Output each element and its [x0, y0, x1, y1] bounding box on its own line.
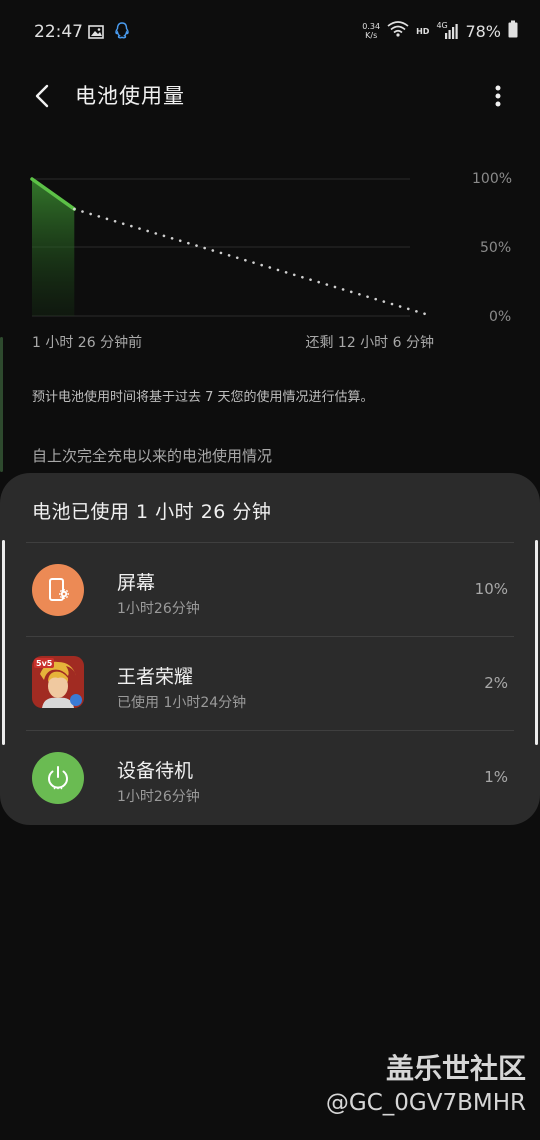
wifi-icon	[387, 21, 409, 41]
watermark-title: 盖乐世社区	[385, 1052, 526, 1085]
edge-scroll-indicator-right	[535, 540, 538, 745]
network-speed: 0.34 K/s	[362, 22, 380, 40]
hd-voice-label: HD	[416, 26, 430, 36]
gallery-icon	[88, 24, 104, 43]
page-title: 电池使用量	[75, 84, 185, 108]
usage-item-detail: 1小时26分钟	[117, 601, 200, 617]
back-arrow-icon	[35, 84, 49, 108]
network-speed-unit: K/s	[365, 31, 378, 40]
scroll-indicator	[0, 337, 3, 472]
more-options-button[interactable]	[480, 78, 516, 114]
notification-icons	[88, 22, 130, 44]
status-bar: 22:47 0.34 K/s HD 4G 78%	[0, 0, 540, 68]
edge-scroll-indicator-left	[2, 540, 5, 745]
estimate-note: 预计电池使用时间将基于过去 7 天您的使用情况进行估算。	[32, 390, 374, 405]
more-vertical-icon	[495, 85, 501, 107]
usage-item-name: 设备待机	[117, 760, 194, 782]
usage-card: 电池已使用 1 小时 26 分钟 屏幕 1小时26分钟 10% 5v5 王者荣耀…	[0, 473, 540, 825]
app-bar: 电池使用量	[0, 68, 540, 124]
x-end-label: 还剩 12 小时 6 分钟	[305, 335, 434, 351]
screen-settings-icon	[32, 564, 84, 616]
status-time: 22:47	[34, 22, 83, 42]
x-start-label: 1 小时 26 分钟前	[32, 335, 143, 351]
battery-usage-screen: 22:47 0.34 K/s HD 4G 78% 电池使用量 100% 50% …	[0, 0, 540, 1140]
back-button[interactable]	[24, 78, 60, 114]
battery-percent: 78%	[465, 21, 501, 41]
usage-item-detail: 1小时26分钟	[117, 789, 200, 805]
qq-icon	[114, 22, 130, 44]
battery-chart-plot	[30, 177, 434, 318]
watermark-handle: @GC_0GV7BMHR	[325, 1090, 526, 1116]
usage-item-percent: 2%	[484, 674, 508, 692]
usage-area-fill	[32, 179, 75, 316]
network-speed-value: 0.34	[362, 22, 381, 31]
usage-item-percent: 10%	[474, 580, 508, 598]
power-icon	[32, 752, 84, 804]
svg-text:5v5: 5v5	[36, 659, 53, 668]
projection-line	[73, 207, 434, 318]
y-tick-50: 50%	[480, 240, 512, 256]
battery-icon	[508, 20, 518, 42]
usage-item-game[interactable]: 5v5 王者荣耀 已使用 1小时24分钟 2%	[0, 636, 540, 730]
y-tick-100: 100%	[472, 171, 513, 187]
y-tick-0: 0%	[489, 309, 512, 325]
usage-item-name: 屏幕	[117, 572, 156, 594]
usage-item-standby[interactable]: 设备待机 1小时26分钟 1%	[0, 730, 540, 824]
usage-item-name: 王者荣耀	[117, 666, 194, 688]
usage-item-percent: 1%	[484, 768, 508, 786]
battery-chart: 100% 50% 0% 1 小时 26 分钟前 还剩 12 小时 6 分钟	[0, 160, 540, 360]
usage-item-screen[interactable]: 屏幕 1小时26分钟 10%	[0, 542, 540, 636]
card-title: 电池已使用 1 小时 26 分钟	[32, 501, 272, 523]
cellular-signal-icon: 4G	[436, 21, 459, 40]
section-title: 自上次完全充电以来的电池使用情况	[32, 447, 273, 465]
usage-item-detail: 已使用 1小时24分钟	[117, 695, 247, 711]
system-status-icons: 0.34 K/s HD 4G 78%	[362, 20, 518, 42]
game-app-icon: 5v5	[32, 656, 84, 708]
